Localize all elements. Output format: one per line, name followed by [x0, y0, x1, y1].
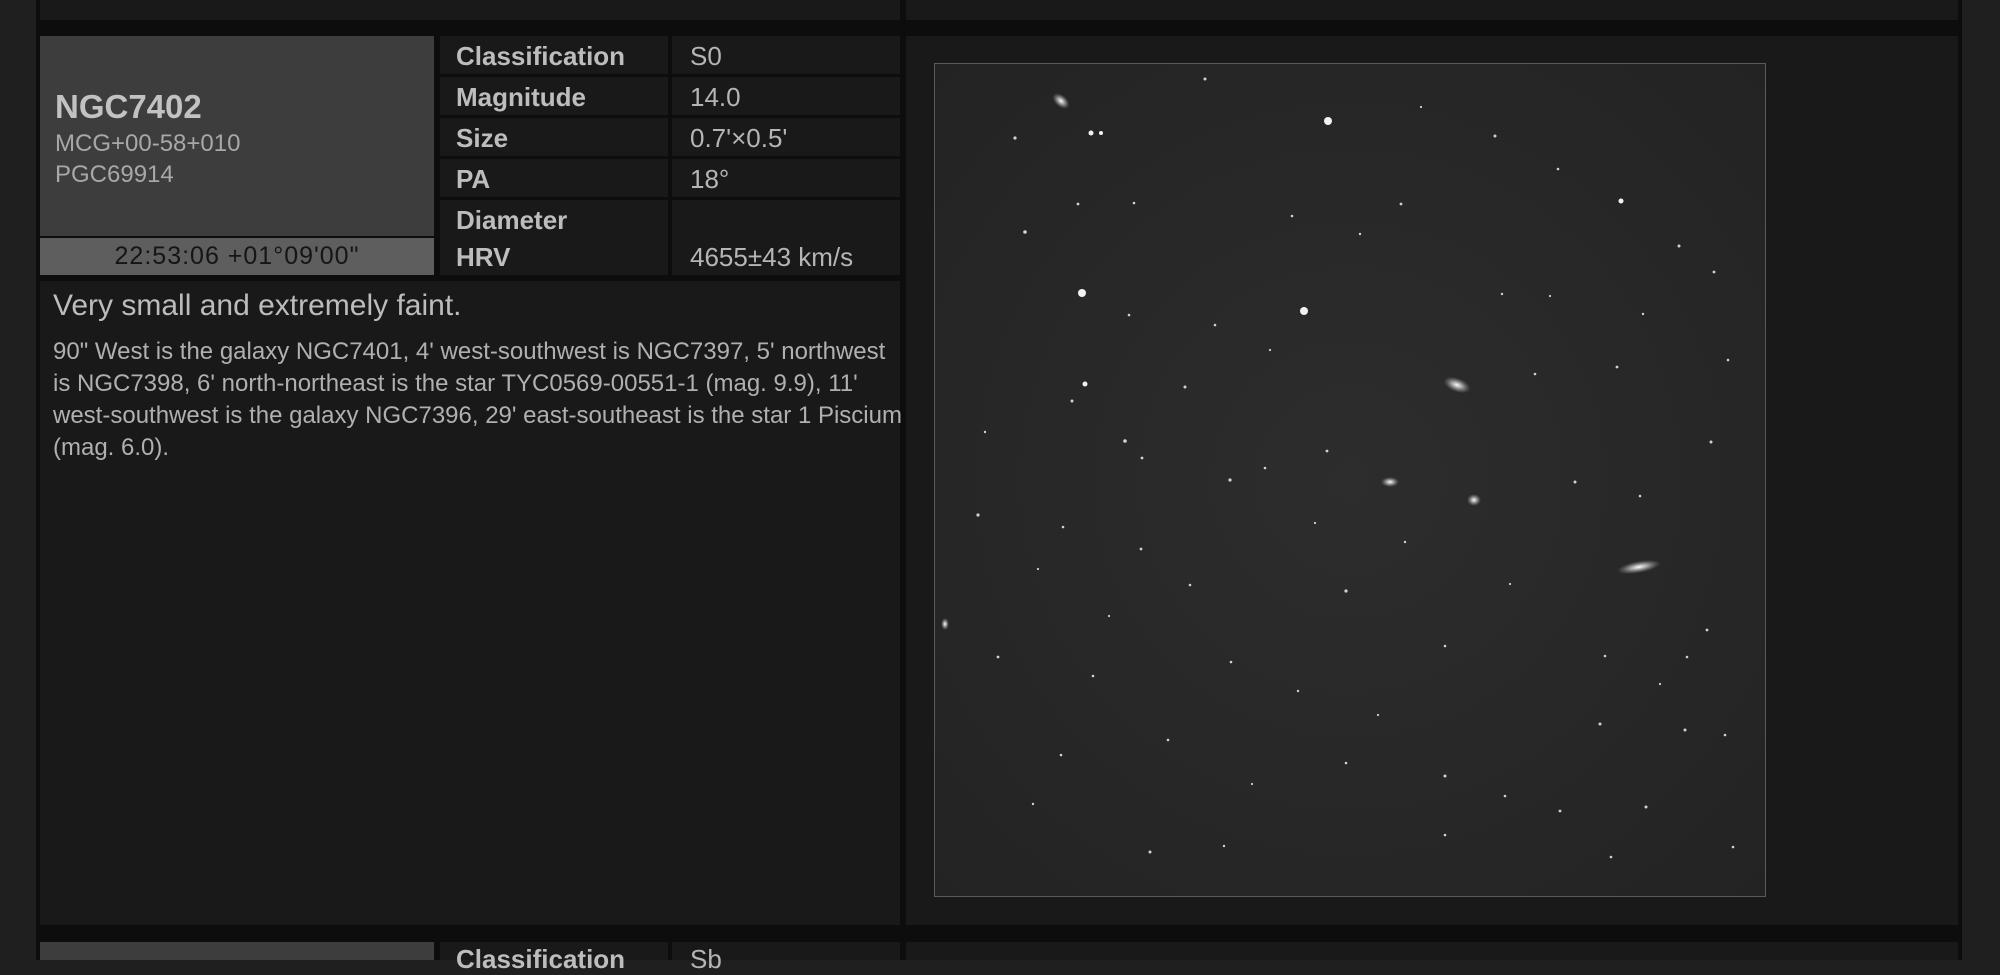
object-coordinates: 22:53:06 +01°09'00" [40, 238, 434, 275]
description-panel: Very small and extremely faint. 90" West… [40, 281, 902, 925]
star-field [941, 77, 1735, 859]
property-label: Magnitude [440, 77, 668, 115]
property-label: PA [440, 159, 668, 197]
description-text: 90" West is the galaxy NGC7401, 4' west-… [53, 338, 902, 461]
property-value: 0.7'×0.5' [672, 118, 900, 156]
property-label: Classification [440, 36, 668, 74]
image-panel [906, 36, 1958, 925]
bright-stars [1078, 117, 1624, 387]
faint-stars [976, 77, 1735, 859]
description-headline: Very small and extremely faint. [53, 289, 462, 322]
property-value [672, 200, 900, 238]
previous-entry-description [40, 0, 900, 20]
property-label: Size [440, 118, 668, 156]
object-name: NGC7402 [55, 88, 202, 125]
property-label: Classification [440, 942, 668, 974]
next-entry-image-panel [906, 942, 1958, 960]
galaxies [941, 93, 1661, 630]
property-value: Sb [672, 942, 900, 974]
property-label: Diameter [440, 200, 668, 238]
property-value: 18° [672, 159, 900, 197]
property-value: S0 [672, 36, 900, 74]
object-header: NGC7402 MCG+00-58+010 PGC69914 [40, 36, 434, 236]
previous-entry-image-panel [906, 0, 1958, 20]
next-entry-header [40, 942, 434, 960]
property-label: HRV [440, 237, 668, 275]
property-value: 14.0 [672, 77, 900, 115]
object-alias: MCG+00-58+010 [55, 130, 241, 157]
sky-survey-image[interactable] [934, 63, 1766, 897]
object-alias: PGC69914 [55, 161, 174, 188]
property-value: 4655±43 km/s [672, 237, 900, 275]
